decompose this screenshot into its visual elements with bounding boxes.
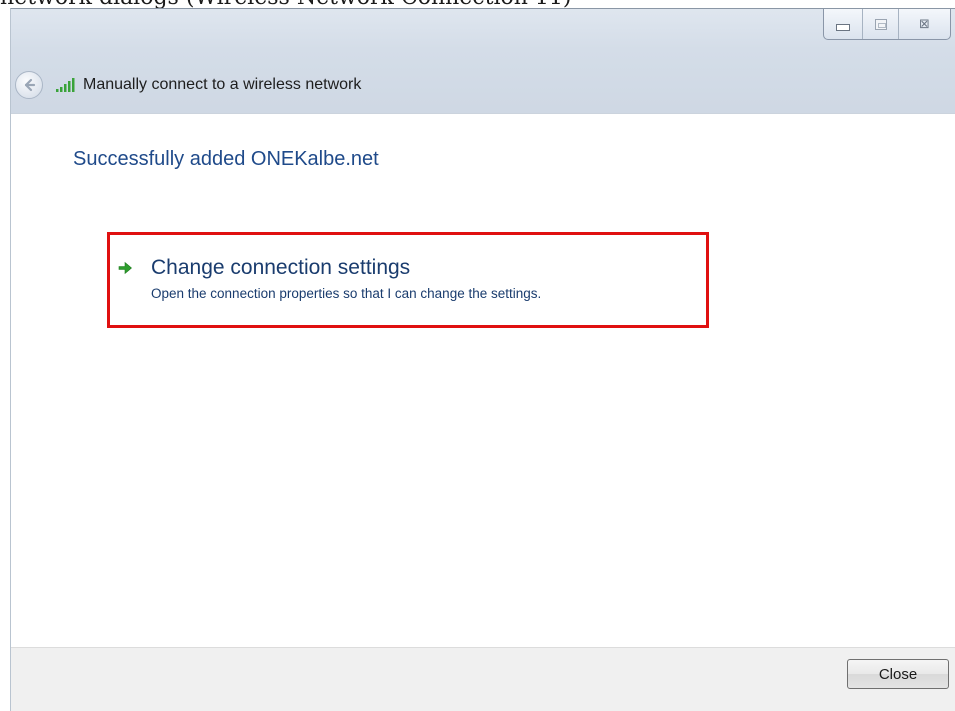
close-icon: ⊠ (919, 16, 930, 32)
navigation-bar: Manually connect to a wireless network (11, 61, 955, 109)
change-connection-settings-link[interactable]: Change connection settings Open the conn… (117, 256, 541, 301)
wizard-window: ⊠ Manually connect to a wireless network… (10, 8, 955, 711)
back-arrow-icon (24, 78, 36, 92)
minimize-button[interactable] (824, 9, 862, 39)
window-close-button[interactable]: ⊠ (898, 9, 950, 39)
maximize-icon (874, 18, 887, 30)
back-button[interactable] (15, 71, 43, 99)
screen-root: network dialogs (Wireless Network Connec… (0, 0, 955, 711)
wizard-title: Manually connect to a wireless network (83, 76, 362, 93)
maximize-button[interactable] (862, 9, 898, 39)
link-text-block: Change connection settings Open the conn… (151, 256, 541, 301)
content-pane: Successfully added ONEKalbe.net Change c… (11, 113, 955, 647)
link-description: Open the connection properties so that I… (151, 286, 542, 301)
success-heading: Successfully added ONEKalbe.net (73, 148, 379, 170)
link-title: Change connection settings (151, 256, 411, 279)
close-button[interactable]: Close (847, 659, 949, 689)
footer-bar: Close (11, 647, 955, 711)
caption-buttons: ⊠ (823, 9, 951, 40)
green-arrow-icon (118, 261, 132, 275)
wireless-signal-icon (56, 78, 75, 92)
minimize-icon (836, 23, 850, 31)
